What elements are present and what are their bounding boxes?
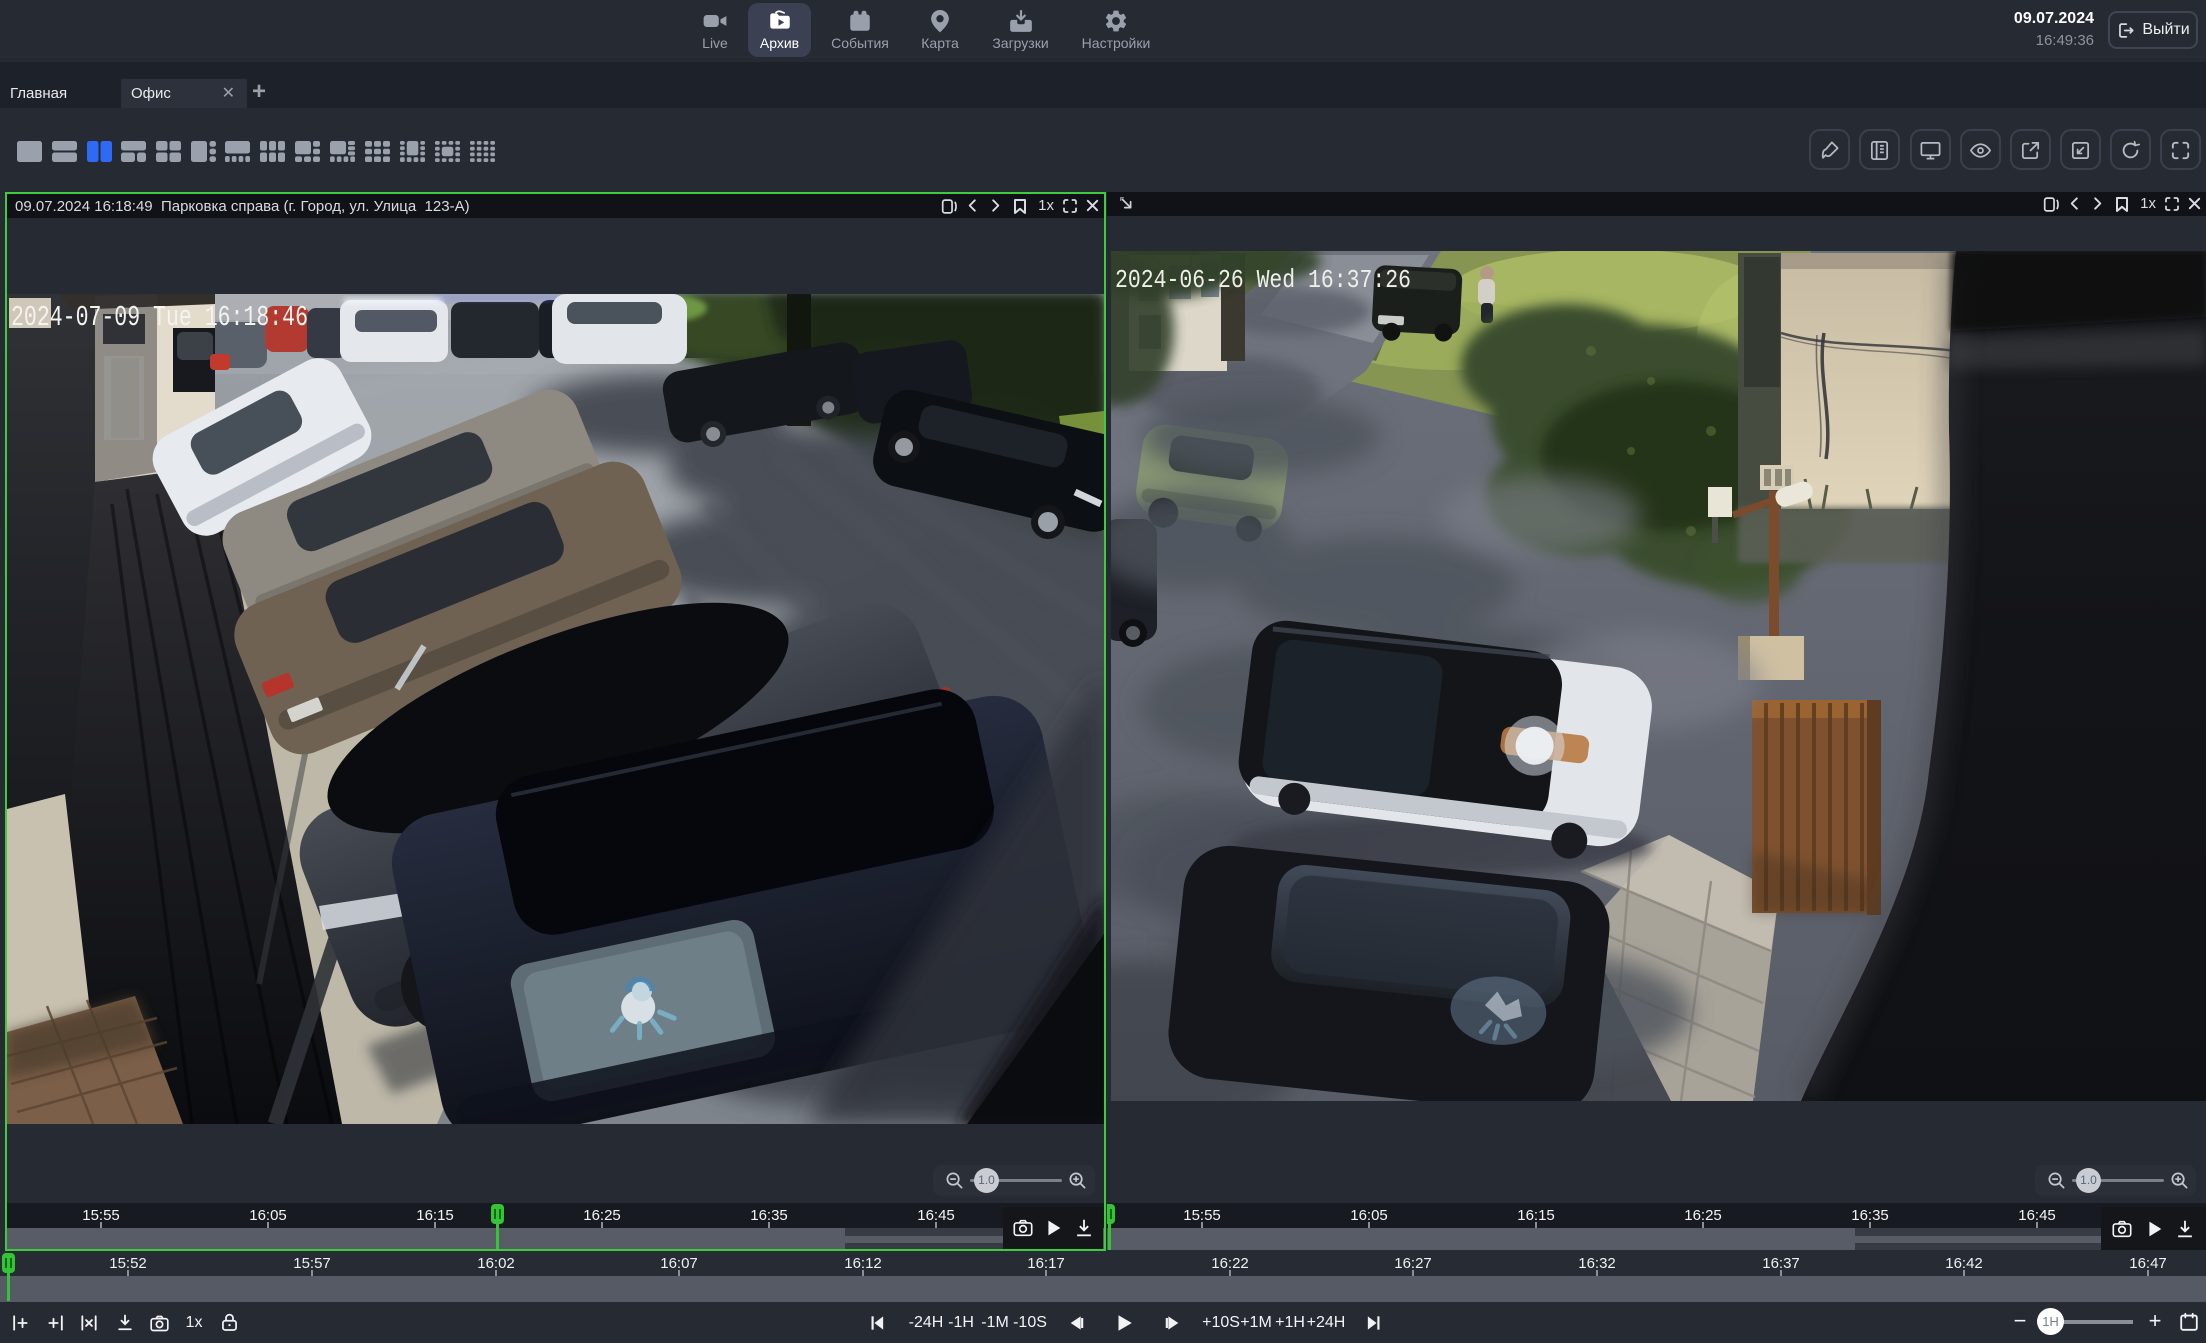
svg-text:2024-07-09 Tue 16:18:46: 2024-07-09 Tue 16:18:46 [11, 301, 308, 334]
svg-text:2024-06-26 Wed 16:37:26: 2024-06-26 Wed 16:37:26 [1115, 265, 1411, 295]
